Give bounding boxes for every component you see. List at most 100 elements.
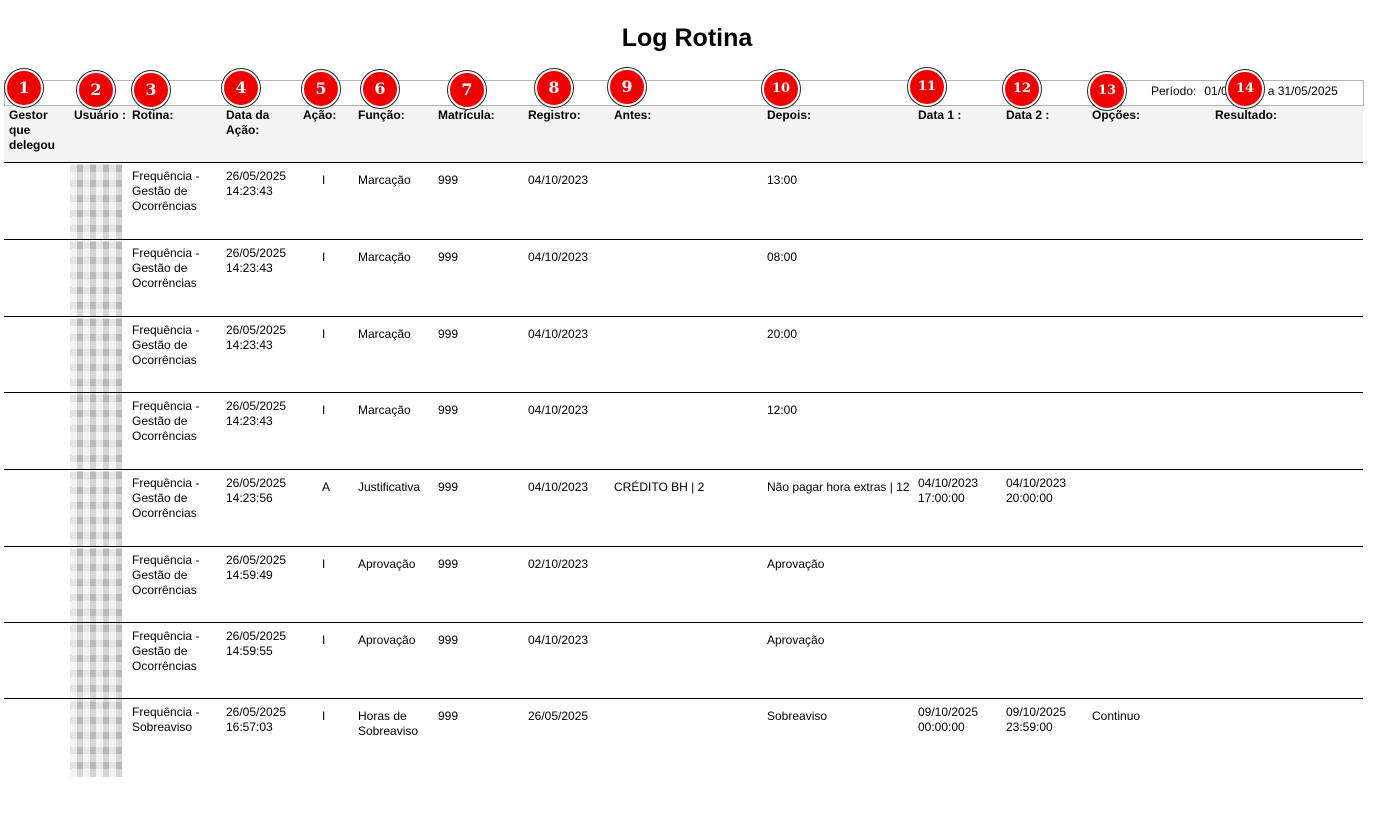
- cell-rotina: Frequência - Sobreaviso: [132, 705, 200, 734]
- callout-badge: 3: [132, 71, 170, 109]
- cell-data-acao: 26/05/2025 14:59:49: [226, 553, 287, 582]
- cell-rotina: Frequência - Gestão de Ocorrências: [132, 476, 200, 520]
- callout-badge: 10: [762, 70, 800, 108]
- cell-data-acao: 26/05/2025 14:23:56: [226, 476, 287, 505]
- cell-registro: 04/10/2023: [528, 633, 589, 647]
- user-name-masked: [70, 471, 122, 547]
- cell-registro: 04/10/2023: [528, 327, 589, 341]
- cell-data-acao: 26/05/2025 14:23:43: [226, 323, 287, 352]
- cell-acao: I: [322, 173, 326, 187]
- callout-badge: 2: [77, 71, 115, 109]
- column-header-funcao[interactable]: Função:: [358, 108, 433, 123]
- cell-matricula: 999: [438, 557, 459, 571]
- cell-acao: I: [322, 250, 326, 264]
- user-name-masked: [70, 241, 122, 317]
- callout-badge: 12: [1003, 70, 1041, 108]
- cell-data2: 09/10/2025 23:59:00: [1006, 705, 1067, 734]
- column-header-resultado[interactable]: Resultado:: [1215, 108, 1355, 123]
- cell-opcoes: Continuo: [1092, 709, 1141, 723]
- callout-badge: 6: [361, 70, 399, 108]
- cell-data2: 04/10/2023 20:00:00: [1006, 476, 1067, 505]
- row-divider: [4, 698, 1363, 699]
- cell-acao: I: [322, 557, 326, 571]
- row-divider: [4, 316, 1363, 317]
- callout-badge: 8: [535, 69, 573, 107]
- user-name-masked: [70, 700, 122, 777]
- cell-acao: I: [322, 327, 326, 341]
- cell-acao: A: [322, 480, 331, 494]
- callout-badge: 11: [908, 68, 946, 106]
- cell-matricula: 999: [438, 173, 459, 187]
- callout-badge: 9: [608, 68, 646, 106]
- cell-funcao: Horas de Sobreaviso: [358, 709, 419, 738]
- periodo-label: Período:: [1151, 84, 1197, 98]
- cell-matricula: 999: [438, 327, 459, 341]
- column-header-usuario[interactable]: Usuário :: [74, 108, 126, 123]
- cell-registro: 26/05/2025: [528, 709, 589, 723]
- cell-funcao: Marcação: [358, 327, 411, 341]
- row-divider: [4, 239, 1363, 240]
- cell-depois: Sobreaviso: [767, 709, 828, 723]
- callout-badge: 7: [448, 71, 486, 109]
- cell-registro: 04/10/2023: [528, 480, 589, 494]
- cell-matricula: 999: [438, 709, 459, 723]
- callout-badge: 1: [5, 69, 43, 107]
- column-header-data1[interactable]: Data 1 :: [918, 108, 998, 123]
- column-header-opcoes[interactable]: Opções:: [1092, 108, 1202, 123]
- cell-matricula: 999: [438, 633, 459, 647]
- column-header-matricula[interactable]: Matrícula:: [438, 108, 523, 123]
- cell-matricula: 999: [438, 480, 459, 494]
- cell-rotina: Frequência - Gestão de Ocorrências: [132, 629, 200, 673]
- cell-matricula: 999: [438, 403, 459, 417]
- cell-depois: Aprovação: [767, 633, 825, 647]
- column-header-gestor[interactable]: Gestor que delegou: [9, 108, 63, 153]
- user-name-masked: [70, 624, 122, 700]
- cell-acao: I: [322, 633, 326, 647]
- user-name-masked: [70, 394, 122, 470]
- cell-rotina: Frequência - Gestão de Ocorrências: [132, 323, 200, 367]
- column-header-depois[interactable]: Depois:: [767, 108, 907, 123]
- column-header-antes[interactable]: Antes:: [614, 108, 754, 123]
- cell-acao: I: [322, 403, 326, 417]
- cell-depois: 08:00: [767, 250, 798, 264]
- cell-depois: Aprovação: [767, 557, 825, 571]
- callout-badge: 13: [1088, 72, 1126, 110]
- cell-data1: 04/10/2023 17:00:00: [918, 476, 979, 505]
- cell-depois: 13:00: [767, 173, 798, 187]
- periodo-value: 01/05/2025 a 31/05/2025: [1204, 84, 1338, 98]
- cell-data-acao: 26/05/2025 14:59:55: [226, 629, 287, 658]
- column-header-acao[interactable]: Ação:: [303, 108, 353, 123]
- callout-badge: 14: [1226, 70, 1264, 108]
- row-divider: [4, 622, 1363, 623]
- cell-funcao: Justificativa: [358, 480, 421, 494]
- column-header-rotina[interactable]: Rotina:: [132, 108, 220, 123]
- cell-registro: 04/10/2023: [528, 173, 589, 187]
- cell-data1: 09/10/2025 00:00:00: [918, 705, 979, 734]
- cell-depois: 20:00: [767, 327, 798, 341]
- page-title: Log Rotina: [621, 24, 753, 52]
- row-divider: [4, 546, 1363, 547]
- cell-depois: Não pagar hora extras | 12: [767, 480, 910, 494]
- cell-data-acao: 26/05/2025 14:23:43: [226, 246, 287, 275]
- cell-data-acao: 26/05/2025 14:23:43: [226, 399, 287, 428]
- user-name-masked: [70, 164, 122, 240]
- cell-funcao: Marcação: [358, 173, 411, 187]
- cell-data-acao: 26/05/2025 14:23:43: [226, 169, 287, 198]
- cell-registro: 04/10/2023: [528, 250, 589, 264]
- column-header-data2[interactable]: Data 2 :: [1006, 108, 1086, 123]
- cell-funcao: Marcação: [358, 250, 411, 264]
- cell-antes: CRÉDITO BH | 2: [614, 480, 705, 494]
- cell-rotina: Frequência - Gestão de Ocorrências: [132, 169, 200, 213]
- callout-badge: 5: [302, 70, 340, 108]
- cell-funcao: Aprovação: [358, 557, 416, 571]
- row-divider: [4, 469, 1363, 470]
- column-header-registro[interactable]: Registro:: [528, 108, 608, 123]
- cell-rotina: Frequência - Gestão de Ocorrências: [132, 553, 200, 597]
- cell-rotina: Frequência - Gestão de Ocorrências: [132, 246, 200, 290]
- cell-registro: 02/10/2023: [528, 557, 589, 571]
- cell-registro: 04/10/2023: [528, 403, 589, 417]
- row-divider: [4, 392, 1363, 393]
- column-header-data-acao[interactable]: Data da Ação:: [226, 108, 286, 138]
- cell-depois: 12:00: [767, 403, 798, 417]
- user-name-masked: [70, 318, 122, 394]
